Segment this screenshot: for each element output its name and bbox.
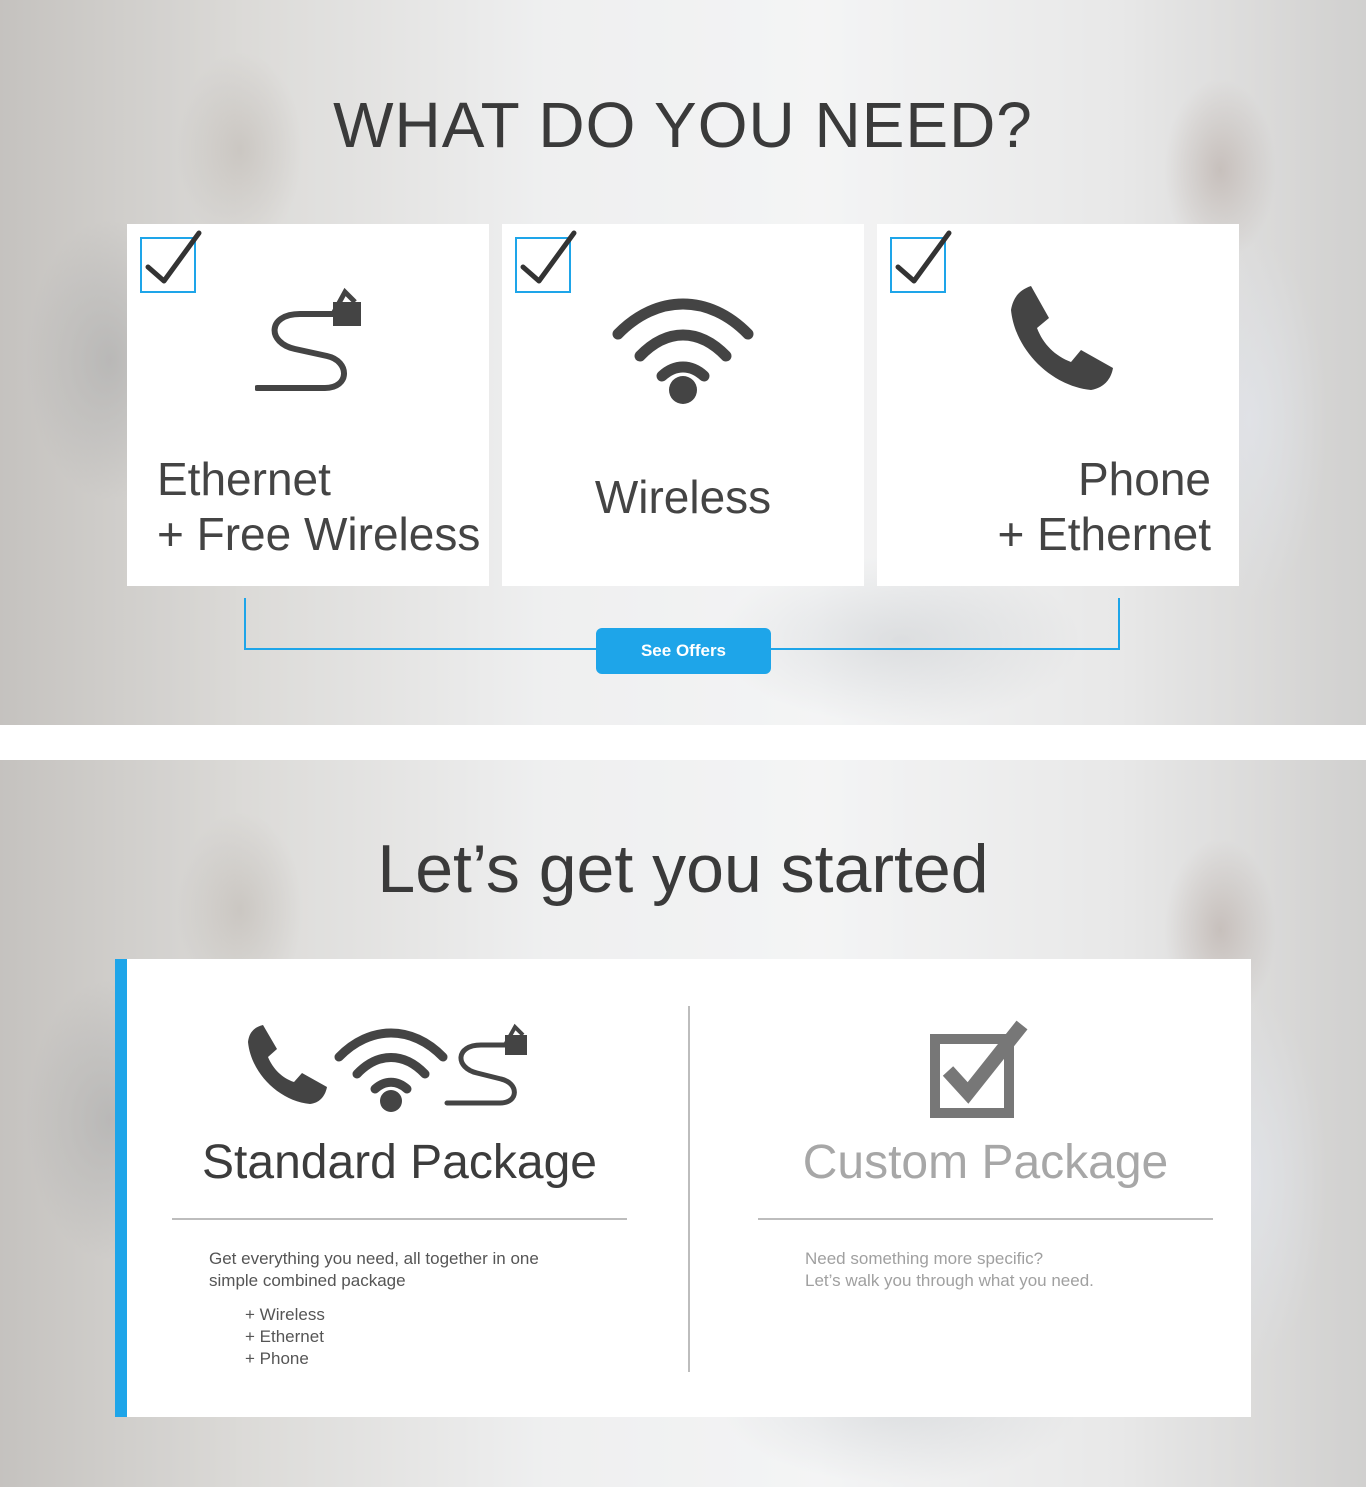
checkbox-wireless[interactable] bbox=[515, 230, 577, 293]
divider bbox=[758, 1218, 1213, 1220]
page-heading: WHAT DO YOU NEED? bbox=[333, 89, 1033, 161]
option-card-ethernet[interactable]: Ethernet + Free Wireless bbox=[127, 224, 489, 586]
see-offers-button[interactable]: See Offers bbox=[596, 628, 771, 674]
feature-item: + Ethernet bbox=[245, 1327, 324, 1346]
standard-package-title: Standard Package bbox=[202, 1136, 597, 1189]
option-card-wireless[interactable]: Wireless bbox=[502, 224, 864, 586]
card-label-ethernet: Ethernet + Free Wireless bbox=[157, 453, 481, 560]
section-heading: Let’s get you started bbox=[377, 831, 989, 907]
wifi-icon bbox=[612, 298, 754, 404]
card-label-wireless: Wireless bbox=[594, 471, 772, 523]
standard-package-description: Get everything you need, all together in… bbox=[209, 1249, 539, 1290]
panel-accent-bar bbox=[115, 959, 127, 1417]
checkmark-icon bbox=[520, 230, 577, 284]
phone-icon bbox=[248, 1025, 327, 1104]
standard-package-icons bbox=[248, 1023, 527, 1112]
phone-icon bbox=[1011, 286, 1113, 390]
feature-item: + Wireless bbox=[245, 1305, 325, 1324]
ethernet-cable-icon bbox=[255, 287, 361, 391]
card-label-phone: Phone + Ethernet bbox=[997, 453, 1211, 560]
ethernet-cable-icon bbox=[444, 1023, 527, 1106]
checkbox-phone[interactable] bbox=[890, 230, 952, 293]
checkbox-checked-icon bbox=[930, 1020, 1028, 1118]
standard-package-features: + Wireless + Ethernet + Phone bbox=[245, 1304, 325, 1370]
package-divider bbox=[688, 1006, 690, 1372]
divider bbox=[172, 1218, 627, 1220]
feature-item: + Phone bbox=[245, 1349, 309, 1368]
option-card-phone[interactable]: Phone + Ethernet bbox=[877, 224, 1239, 586]
checkbox-ethernet[interactable] bbox=[140, 230, 202, 293]
wifi-icon bbox=[334, 1028, 448, 1112]
custom-package-description: Need something more specific? Let’s walk… bbox=[805, 1249, 1094, 1290]
checkmark-icon bbox=[895, 230, 952, 284]
checkmark-icon bbox=[145, 230, 202, 284]
package-panel: Standard Package Get everything you need… bbox=[115, 959, 1251, 1417]
custom-package-title: Custom Package bbox=[802, 1136, 1169, 1189]
